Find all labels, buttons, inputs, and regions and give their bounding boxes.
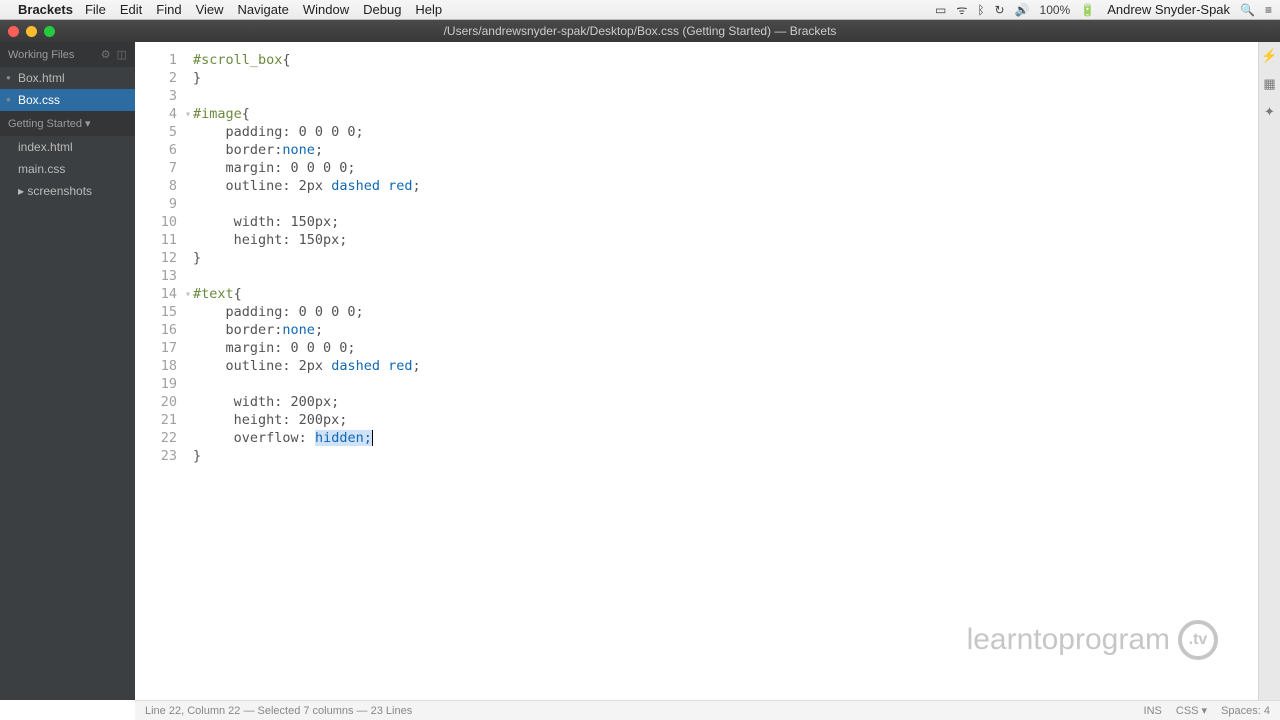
search-icon[interactable]: 🔍 [1240,3,1255,17]
working-files-header: Working Files ⚙ ◫ [0,42,135,67]
code-line[interactable]: height: 150px; [193,231,1258,249]
extensions-icon[interactable]: ▦ [1263,76,1275,92]
code-line[interactable]: border:none; [193,141,1258,159]
code-line[interactable]: padding: 0 0 0 0; [193,123,1258,141]
working-files-label: Working Files [8,49,74,61]
code-area[interactable]: #scroll_box{} #image{ padding: 0 0 0 0; … [193,42,1258,700]
line-number: 2 [135,69,193,87]
code-line[interactable]: outline: 2px dashed red; [193,177,1258,195]
menu-window[interactable]: Window [303,2,349,17]
text-cursor [372,430,373,446]
language-mode[interactable]: CSS ▾ [1176,704,1207,717]
menu-find[interactable]: Find [156,2,181,17]
line-number: 6 [135,141,193,159]
code-line[interactable] [193,375,1258,393]
code-line[interactable]: border:none; [193,321,1258,339]
code-line[interactable]: width: 200px; [193,393,1258,411]
line-number: 16 [135,321,193,339]
line-number: 3 [135,87,193,105]
line-number-gutter: 1234567891011121314151617181920212223 [135,42,193,700]
close-icon[interactable] [8,26,19,37]
menu-navigate[interactable]: Navigate [238,2,289,17]
code-line[interactable]: } [193,69,1258,87]
code-line[interactable]: margin: 0 0 0 0; [193,159,1258,177]
line-number: 9 [135,195,193,213]
right-toolbar: ⚡ ▦ ✦ [1258,42,1280,700]
working-file-item[interactable]: Box.css [0,89,135,111]
split-icon[interactable]: ◫ [117,48,127,61]
indent-setting[interactable]: Spaces: 4 [1221,705,1270,717]
battery-label[interactable]: 100% [1040,3,1071,17]
project-folder-item[interactable]: ▸ screenshots [0,180,135,202]
editor[interactable]: 1234567891011121314151617181920212223 #s… [135,42,1258,700]
menu-edit[interactable]: Edit [120,2,142,17]
code-line[interactable]: padding: 0 0 0 0; [193,303,1258,321]
menu-help[interactable]: Help [415,2,442,17]
cursor-position: Line 22, Column 22 — Selected 7 columns … [145,705,412,717]
code-line[interactable]: #image{ [193,105,1258,123]
menu-view[interactable]: View [196,2,224,17]
username[interactable]: Andrew Snyder-Spak [1107,2,1230,17]
project-file-item[interactable]: index.html [0,136,135,158]
minimize-icon[interactable] [26,26,37,37]
line-number: 8 [135,177,193,195]
insert-mode[interactable]: INS [1144,705,1162,717]
menu-file[interactable]: File [85,2,106,17]
line-number: 5 [135,123,193,141]
volume-icon[interactable]: 🔊 [1015,3,1030,17]
line-number: 14 [135,285,193,303]
statusbar: Line 22, Column 22 — Selected 7 columns … [135,700,1280,720]
line-number: 22 [135,429,193,447]
app-name[interactable]: Brackets [18,2,73,17]
menu-extras-icon[interactable]: ≡ [1265,3,1272,17]
line-number: 1 [135,51,193,69]
code-line[interactable]: outline: 2px dashed red; [193,357,1258,375]
line-number: 7 [135,159,193,177]
window-controls [8,26,55,37]
line-number: 13 [135,267,193,285]
code-line[interactable]: width: 150px; [193,213,1258,231]
line-number: 18 [135,357,193,375]
time-machine-icon[interactable]: ↻ [995,3,1005,17]
menu-debug[interactable]: Debug [363,2,401,17]
code-line[interactable] [193,267,1258,285]
code-line[interactable]: #text{ [193,285,1258,303]
window-titlebar: /Users/andrewsnyder-spak/Desktop/Box.css… [0,20,1280,42]
code-line[interactable]: margin: 0 0 0 0; [193,339,1258,357]
project-file-item[interactable]: main.css [0,158,135,180]
line-number: 19 [135,375,193,393]
working-file-item[interactable]: Box.html [0,67,135,89]
line-number: 21 [135,411,193,429]
window-title: /Users/andrewsnyder-spak/Desktop/Box.css… [444,24,837,38]
gear-icon[interactable]: ⚙ [101,48,111,61]
code-line[interactable]: #scroll_box{ [193,51,1258,69]
extract-icon[interactable]: ✦ [1264,104,1275,120]
code-line[interactable]: } [193,447,1258,465]
line-number: 12 [135,249,193,267]
sidebar: Working Files ⚙ ◫ Box.htmlBox.css Gettin… [0,42,135,700]
code-line[interactable] [193,87,1258,105]
line-number: 15 [135,303,193,321]
project-header[interactable]: Getting Started ▾ [0,111,135,136]
line-number: 4 [135,105,193,123]
line-number: 23 [135,447,193,465]
project-label: Getting Started ▾ [8,117,91,130]
macos-menubar: Brackets File Edit Find View Navigate Wi… [0,0,1280,20]
airplay-icon[interactable]: ▭ [935,3,946,17]
wifi-icon[interactable]: ᯤ [956,1,967,18]
line-number: 10 [135,213,193,231]
live-preview-icon[interactable]: ⚡ [1261,48,1277,64]
bluetooth-icon[interactable]: ᛒ [977,3,984,17]
line-number: 17 [135,339,193,357]
code-line[interactable] [193,195,1258,213]
code-line[interactable]: overflow: hidden; [193,429,1258,447]
line-number: 11 [135,231,193,249]
line-number: 20 [135,393,193,411]
code-line[interactable]: height: 200px; [193,411,1258,429]
code-line[interactable]: } [193,249,1258,267]
battery-icon[interactable]: 🔋 [1080,3,1095,17]
maximize-icon[interactable] [44,26,55,37]
